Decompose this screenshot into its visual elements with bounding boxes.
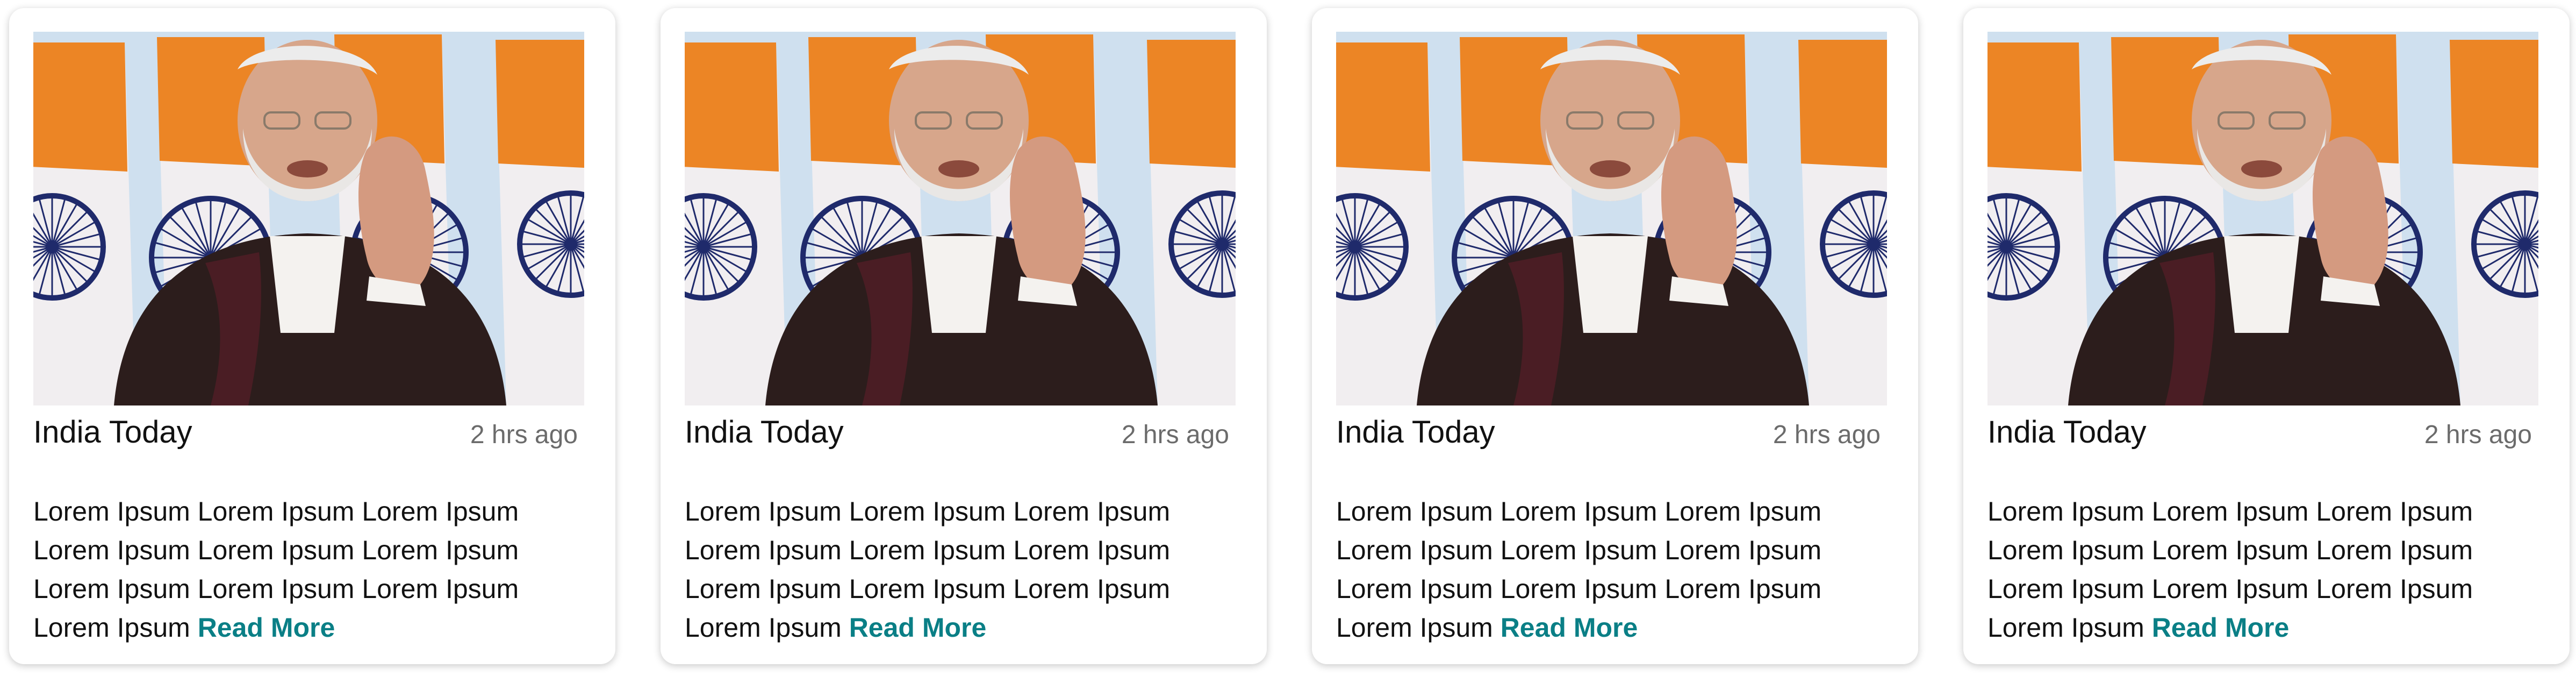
news-excerpt: Lorem Ipsum Lorem Ipsum Lorem Ipsum Lore… xyxy=(1336,492,1879,647)
news-timestamp: 2 hrs ago xyxy=(470,421,578,449)
news-excerpt: Lorem Ipsum Lorem Ipsum Lorem Ipsum Lore… xyxy=(685,492,1228,647)
news-source: India Today xyxy=(33,415,192,450)
news-card[interactable]: India Today 2 hrs ago Lorem Ipsum Lorem … xyxy=(1312,8,1918,664)
news-excerpt: Lorem Ipsum Lorem Ipsum Lorem Ipsum Lore… xyxy=(1987,492,2530,647)
news-thumbnail[interactable] xyxy=(1336,32,1887,405)
news-source: India Today xyxy=(685,415,844,450)
news-excerpt: Lorem Ipsum Lorem Ipsum Lorem Ipsum Lore… xyxy=(33,492,576,647)
news-thumbnail[interactable] xyxy=(1987,32,2538,405)
news-timestamp: 2 hrs ago xyxy=(2424,421,2532,449)
news-source: India Today xyxy=(1987,415,2147,450)
read-more-link[interactable]: Read More xyxy=(1501,613,1638,643)
news-card[interactable]: India Today 2 hrs ago Lorem Ipsum Lorem … xyxy=(1963,8,2570,664)
news-card[interactable]: India Today 2 hrs ago Lorem Ipsum Lorem … xyxy=(9,8,615,664)
news-source: India Today xyxy=(1336,415,1495,450)
news-thumbnail[interactable] xyxy=(33,32,584,405)
news-thumbnail[interactable] xyxy=(685,32,1236,405)
news-card[interactable]: India Today 2 hrs ago Lorem Ipsum Lorem … xyxy=(661,8,1267,664)
read-more-link[interactable]: Read More xyxy=(198,613,335,643)
news-timestamp: 2 hrs ago xyxy=(1773,421,1881,449)
read-more-link[interactable]: Read More xyxy=(849,613,987,643)
news-timestamp: 2 hrs ago xyxy=(1121,421,1229,449)
read-more-link[interactable]: Read More xyxy=(2152,613,2290,643)
